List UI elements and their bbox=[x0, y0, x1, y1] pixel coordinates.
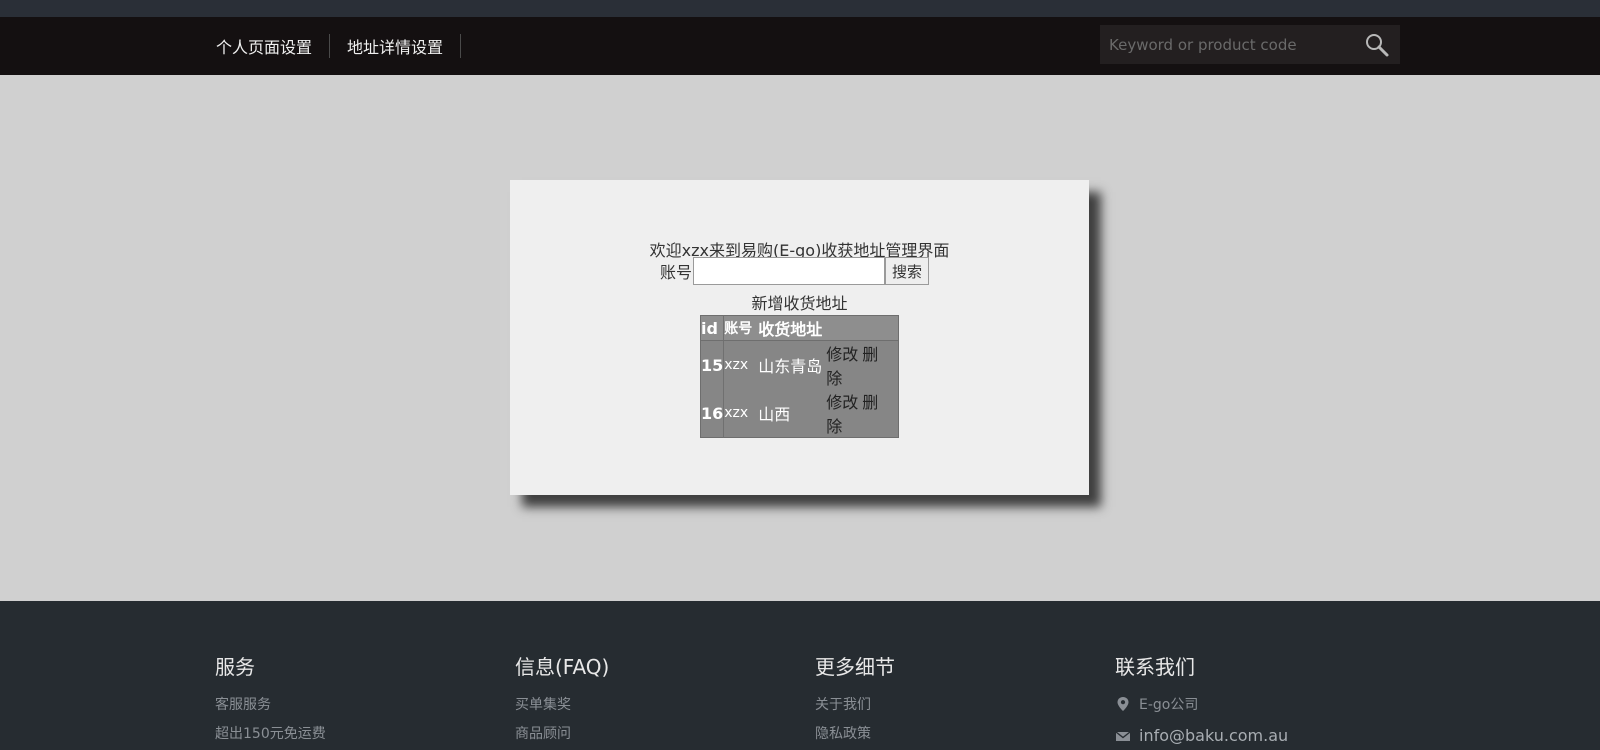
cell-actions: 修改 删除 bbox=[826, 389, 898, 438]
table-row: 15 xzx 山东青岛 修改 删除 bbox=[700, 340, 899, 390]
account-search-button[interactable]: 搜索 bbox=[885, 257, 930, 285]
table-header-row: id 账号 收货地址 bbox=[700, 315, 899, 341]
cell-account: xzx bbox=[724, 405, 749, 421]
address-panel: 欢迎xzx来到易购(E-go)收获地址管理界面 账号 搜索 新增收货地址 id … bbox=[510, 180, 1089, 495]
account-input[interactable] bbox=[693, 257, 886, 285]
account-label: 账号 bbox=[660, 263, 693, 282]
footer: 服务 客服服务 超出150元免运费 信息(FAQ) 买单集奖 商品顾问 更多细节… bbox=[0, 601, 1600, 750]
top-strip bbox=[0, 0, 1600, 17]
footer-more-column: 更多细节 关于我们 隐私政策 bbox=[815, 651, 895, 743]
cell-address: 山西 bbox=[758, 405, 791, 424]
edit-link[interactable]: 修改 bbox=[826, 393, 858, 412]
footer-link[interactable]: 关于我们 bbox=[815, 694, 895, 714]
main-content: 欢迎xzx来到易购(E-go)收获地址管理界面 账号 搜索 新增收货地址 id … bbox=[0, 75, 1600, 601]
nav-links: 个人页面设置 地址详情设置 bbox=[214, 17, 462, 75]
header-id: id bbox=[700, 315, 725, 341]
cell-account: xzx bbox=[724, 357, 749, 373]
cell-actions: 修改 删除 bbox=[826, 341, 898, 390]
location-pin-icon bbox=[1115, 696, 1131, 712]
footer-service-title: 服务 bbox=[215, 655, 255, 679]
nav-divider bbox=[460, 34, 462, 58]
cell-id: 15 bbox=[700, 340, 725, 389]
add-address-link[interactable]: 新增收货地址 bbox=[510, 290, 1089, 314]
footer-more-title: 更多细节 bbox=[815, 655, 895, 679]
footer-faq-column: 信息(FAQ) 买单集奖 商品顾问 bbox=[515, 651, 609, 743]
footer-link[interactable]: 隐私政策 bbox=[815, 723, 895, 743]
contact-email-row: info@baku.com.au bbox=[1115, 726, 1288, 745]
header-account: 账号 bbox=[723, 315, 759, 341]
envelope-icon bbox=[1115, 728, 1131, 744]
footer-contact-column: 联系我们 E-go公司 info@baku.com.au bbox=[1115, 651, 1288, 745]
footer-faq-title: 信息(FAQ) bbox=[515, 655, 610, 679]
header-address: 收货地址 bbox=[758, 315, 827, 341]
cell-id: 16 bbox=[700, 389, 725, 438]
footer-contact-title: 联系我们 bbox=[1115, 655, 1195, 679]
account-search-row: 账号 搜索 bbox=[660, 257, 930, 285]
footer-service-column: 服务 客服服务 超出150元免运费 bbox=[215, 651, 326, 743]
contact-company: E-go公司 bbox=[1139, 697, 1199, 713]
nav-link-address-settings[interactable]: 地址详情设置 bbox=[330, 34, 460, 58]
search-icon[interactable] bbox=[1364, 32, 1390, 58]
site-search-input[interactable] bbox=[1100, 25, 1350, 64]
cell-address: 山东青岛 bbox=[758, 357, 823, 376]
footer-link[interactable]: 买单集奖 bbox=[515, 694, 609, 714]
nav-link-profile-settings[interactable]: 个人页面设置 bbox=[214, 34, 329, 58]
contact-company-row: E-go公司 bbox=[1115, 694, 1288, 714]
table-row: 16 xzx 山西 修改 删除 bbox=[700, 389, 899, 438]
edit-link[interactable]: 修改 bbox=[826, 345, 858, 364]
contact-email[interactable]: info@baku.com.au bbox=[1139, 726, 1288, 745]
footer-link[interactable]: 客服服务 bbox=[215, 694, 326, 714]
footer-link[interactable]: 超出150元免运费 bbox=[215, 723, 326, 743]
header-actions bbox=[826, 315, 899, 341]
navbar: 个人页面设置 地址详情设置 bbox=[0, 17, 1600, 75]
footer-link[interactable]: 商品顾问 bbox=[515, 723, 609, 743]
address-table: id 账号 收货地址 15 xzx 山东青岛 修改 删除 16 xzx 山西 修… bbox=[700, 315, 899, 438]
site-search bbox=[1100, 25, 1400, 64]
